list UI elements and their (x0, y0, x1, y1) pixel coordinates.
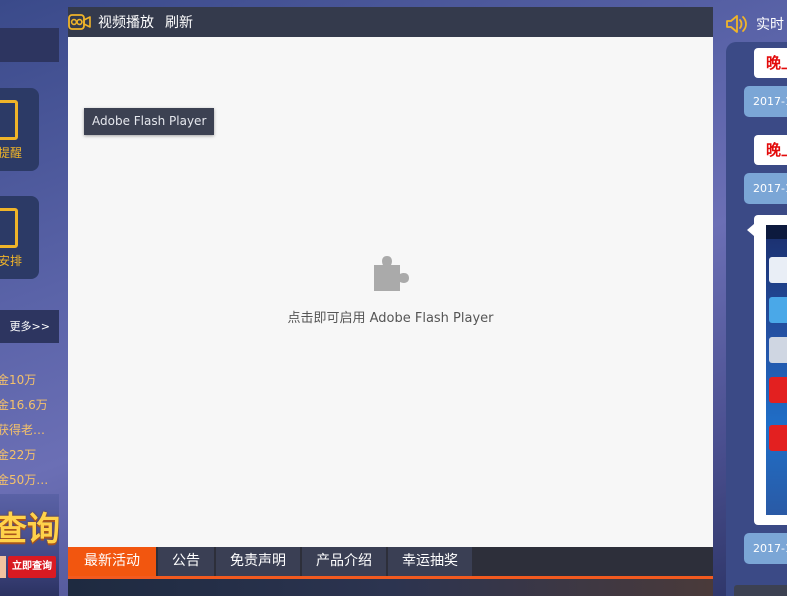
flash-tooltip: Adobe Flash Player (84, 108, 215, 135)
message-image-header (766, 225, 787, 239)
query-banner-title: 查询 (0, 509, 59, 548)
tab-product-intro[interactable]: 产品介绍 (302, 547, 386, 576)
more-link[interactable]: 更多>> (0, 310, 59, 343)
message-image-block (769, 297, 787, 323)
realtime-sidebar: 实时 晚上 2017-1 晚上 2017-1 2017-1 (724, 7, 787, 596)
realtime-header: 实时 (724, 13, 784, 35)
schedule-card[interactable]: 安排 (0, 196, 39, 279)
query-now-button[interactable]: 立即查询 (8, 556, 56, 578)
message-card[interactable]: 晚上 (754, 48, 787, 78)
message-date: 2017-1 (744, 86, 787, 117)
reminder-label: 提醒 (0, 146, 22, 160)
schedule-label: 安排 (0, 254, 22, 268)
message-image (766, 225, 787, 515)
video-panel: 视频播放 刷新 Adobe Flash Player 点击即可启用 Adobe … (68, 7, 713, 596)
realtime-title: 实时 (756, 17, 784, 33)
video-camera-icon (68, 13, 92, 31)
flash-player-area[interactable]: Adobe Flash Player 点击即可启用 Adobe Flash Pl… (68, 37, 713, 547)
schedule-icon (0, 208, 18, 248)
message-image-block (769, 337, 787, 363)
left-topbar (0, 28, 59, 62)
image-message-card[interactable] (747, 215, 787, 525)
tab-latest-activity[interactable]: 最新活动 (68, 547, 156, 576)
video-title: 视频播放 (98, 15, 154, 31)
reminder-card[interactable]: 提醒 (0, 88, 39, 171)
video-header: 视频播放 刷新 (68, 7, 713, 37)
flash-enable-text[interactable]: 点击即可启用 Adobe Flash Player (68, 307, 713, 326)
tab-lucky-draw[interactable]: 幸运抽奖 (388, 547, 472, 576)
list-item[interactable]: 获得老… (0, 418, 59, 443)
list-item[interactable]: 金10万 (0, 368, 59, 393)
message-date: 2017-1 (744, 533, 787, 564)
message-card[interactable]: 晚上 (754, 135, 787, 165)
message-image-block (769, 257, 787, 283)
speaker-icon (726, 15, 747, 33)
puzzle-plugin-icon (374, 256, 409, 291)
tab-announcement[interactable]: 公告 (158, 547, 214, 576)
tab-bar: 最新活动 公告 免责声明 产品介绍 幸运抽奖 (68, 547, 713, 579)
left-sidebar: 提醒 安排 更多>> 金10万 金16.6万 获得老… 金22万 金50万… 查… (0, 0, 59, 596)
prize-list: 金10万 金16.6万 获得老… 金22万 金50万… (0, 368, 59, 493)
message-image-block (769, 425, 787, 451)
panel-bottom-banner (68, 579, 713, 596)
refresh-button[interactable]: 刷新 (165, 12, 193, 32)
message-image-block (769, 377, 787, 403)
query-banner-side (0, 556, 6, 578)
reminder-icon (0, 100, 18, 140)
list-item[interactable]: 金50万… (0, 468, 59, 493)
list-item[interactable]: 金22万 (0, 443, 59, 468)
message-date: 2017-1 (744, 173, 787, 204)
query-banner: 查询 立即查询 (0, 494, 59, 596)
list-item[interactable]: 金16.6万 (0, 393, 59, 418)
feed-bottom-tab (734, 585, 787, 596)
tab-disclaimer[interactable]: 免责声明 (216, 547, 300, 576)
